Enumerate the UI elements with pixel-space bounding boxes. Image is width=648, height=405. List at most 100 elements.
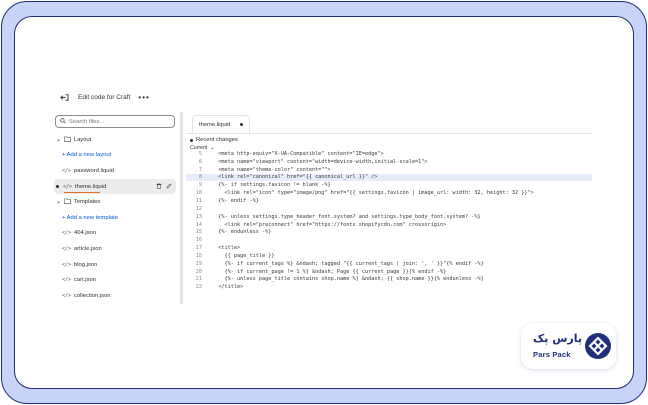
- folder-templates[interactable]: ⌄ Templates: [52, 194, 178, 210]
- folder-label: Layout: [73, 136, 92, 143]
- file-password-liquid[interactable]: </> password.liquid: [52, 163, 178, 179]
- line-number: 10: [195, 190, 202, 197]
- file-label: theme.liquid: [75, 183, 107, 190]
- brand-name-en: Pars Pack: [533, 350, 571, 359]
- code-area[interactable]: 5 <meta http-equiv="X-UA-Compatible" con…: [186, 150, 592, 304]
- add-template-link[interactable]: + Add a new template: [52, 210, 178, 226]
- file-cart-json[interactable]: </> cart.json: [52, 272, 178, 288]
- highlight-underline: [64, 191, 100, 194]
- code-line[interactable]: 14 <link rel="preconnect" href="https://…: [186, 221, 592, 229]
- code-text: {%- if current_page != 1 %} &ndash; Page…: [212, 268, 447, 275]
- code-text: {{ page_title }}: [212, 252, 275, 259]
- code-text: {%- endunless -%}: [212, 229, 272, 236]
- editor-title: Edit code for Craft: [78, 93, 131, 101]
- file-collection-json[interactable]: </> collection.json: [52, 288, 178, 304]
- file-404-json[interactable]: </> 404.json: [52, 226, 178, 242]
- code-file-icon: </>: [63, 183, 73, 190]
- file-blog-json[interactable]: </> blog.json: [52, 257, 178, 273]
- code-text: <meta http-equiv="X-UA-Compatible" conte…: [212, 150, 384, 157]
- pencil-icon[interactable]: [166, 183, 172, 191]
- code-text: <title>: [212, 245, 241, 252]
- line-number: 11: [195, 197, 202, 204]
- editor-topbar: Edit code for Craft •••: [52, 86, 592, 108]
- code-line[interactable]: 13 {%- unless settings.type_header_font.…: [186, 213, 592, 221]
- file-actions: [156, 182, 172, 191]
- code-text: {%- if settings.favicon != blank -%}: [212, 182, 331, 189]
- code-line[interactable]: 18 {{ page_title }}: [186, 252, 592, 260]
- line-number: 6: [198, 158, 202, 165]
- tab-theme-liquid[interactable]: theme.liquid: [192, 115, 251, 133]
- code-line[interactable]: 10 <link rel="icon" type="image/png" hre…: [186, 189, 592, 197]
- brand-name-fa: پارس پک: [533, 332, 582, 345]
- code-line[interactable]: 7 <meta name="theme-color" content="">: [186, 166, 592, 174]
- code-file-icon: </>: [62, 167, 72, 174]
- line-number: 12: [195, 205, 202, 212]
- line-number: 21: [195, 276, 202, 283]
- search-icon: [60, 117, 66, 126]
- line-number: 13: [195, 213, 202, 220]
- search-box[interactable]: [55, 115, 175, 128]
- brand-logo-card: پارس پک Pars Pack: [521, 323, 616, 369]
- chevron-down-icon: ⌄: [56, 199, 61, 206]
- file-label: cart.json: [74, 277, 96, 284]
- folder-layout[interactable]: ⌄ Layout: [52, 132, 178, 148]
- code-line[interactable]: 9 {%- if settings.favicon != blank -%}: [186, 181, 592, 189]
- code-text: </title>: [212, 284, 244, 291]
- file-label: 404.json: [74, 230, 96, 237]
- code-file-icon: </>: [62, 245, 72, 252]
- tab-bar: theme.liquid: [186, 112, 592, 134]
- file-label: collection.json: [74, 292, 111, 299]
- unsaved-dot-icon: [240, 123, 244, 126]
- code-text: <link rel="icon" type="image/png" href="…: [212, 190, 534, 197]
- search-input[interactable]: [69, 118, 169, 125]
- trash-icon[interactable]: [156, 182, 162, 191]
- code-line[interactable]: 12: [186, 205, 592, 213]
- code-file-icon: </>: [62, 277, 72, 284]
- line-number: 7: [198, 166, 202, 173]
- tab-label: theme.liquid: [199, 121, 231, 128]
- exit-icon[interactable]: [58, 91, 70, 103]
- add-layout-link[interactable]: + Add a new layout: [52, 148, 178, 164]
- code-line[interactable]: 5 <meta http-equiv="X-UA-Compatible" con…: [186, 150, 592, 158]
- add-layout-label: + Add a new layout: [62, 152, 112, 159]
- folder-icon: [63, 198, 71, 206]
- line-number: 8: [198, 174, 202, 181]
- code-editor-window: Edit code for Craft ••• ⌄ Layout + Add a…: [52, 86, 592, 304]
- folder-icon: [63, 136, 71, 144]
- line-number: 19: [195, 260, 202, 267]
- file-label: password.liquid: [74, 167, 114, 174]
- bullet-icon: [190, 138, 193, 142]
- line-number: 5: [198, 150, 202, 157]
- code-line[interactable]: 6 <meta name="viewport" content="width=d…: [186, 158, 592, 166]
- code-line[interactable]: 22 </title>: [186, 283, 592, 291]
- code-text: {%- unless settings.type_header_font.sys…: [212, 213, 481, 220]
- code-line[interactable]: 17 <title>: [186, 244, 592, 252]
- line-number: 20: [195, 268, 202, 275]
- code-file-icon: </>: [62, 292, 72, 299]
- code-text: <meta name="theme-color" content="">: [212, 166, 331, 173]
- file-label: article.json: [74, 245, 102, 252]
- chevron-down-icon: ⌄: [56, 136, 61, 143]
- line-number: 16: [195, 237, 202, 244]
- editor-main: theme.liquid Recent changes Current ⌄ 5 …: [186, 112, 592, 304]
- code-line[interactable]: 19 {%- if current_tags %} &ndash; tagged…: [186, 260, 592, 268]
- code-line[interactable]: 21 {%- unless page_title contains shop.n…: [186, 276, 592, 284]
- code-text: {%- endif -%}: [212, 197, 259, 204]
- line-number: 17: [195, 245, 202, 252]
- file-article-json[interactable]: </> article.json: [52, 241, 178, 257]
- code-file-icon: </>: [62, 261, 72, 268]
- code-text: {%- unless page_title contains shop.name…: [212, 276, 484, 283]
- more-options-icon[interactable]: •••: [138, 93, 149, 102]
- line-number: 15: [195, 229, 202, 236]
- code-line[interactable]: 8 <link rel="canonical" href="{{ canonic…: [186, 173, 592, 182]
- code-line[interactable]: 15 {%- endunless -%}: [186, 228, 592, 236]
- code-line[interactable]: 11 {%- endif -%}: [186, 197, 592, 205]
- pane-divider[interactable]: [180, 112, 183, 304]
- recent-changes: Recent changes Current ⌄: [186, 134, 592, 151]
- file-sidebar: ⌄ Layout + Add a new layout </> password…: [52, 112, 178, 304]
- code-line[interactable]: 16: [186, 236, 592, 244]
- code-line[interactable]: 20 {%- if current_page != 1 %} &ndash; P…: [186, 268, 592, 276]
- code-text: <link rel="canonical" href="{{ canonical…: [212, 174, 378, 181]
- line-number: 14: [195, 221, 202, 228]
- file-theme-liquid[interactable]: </> theme.liquid: [54, 178, 176, 195]
